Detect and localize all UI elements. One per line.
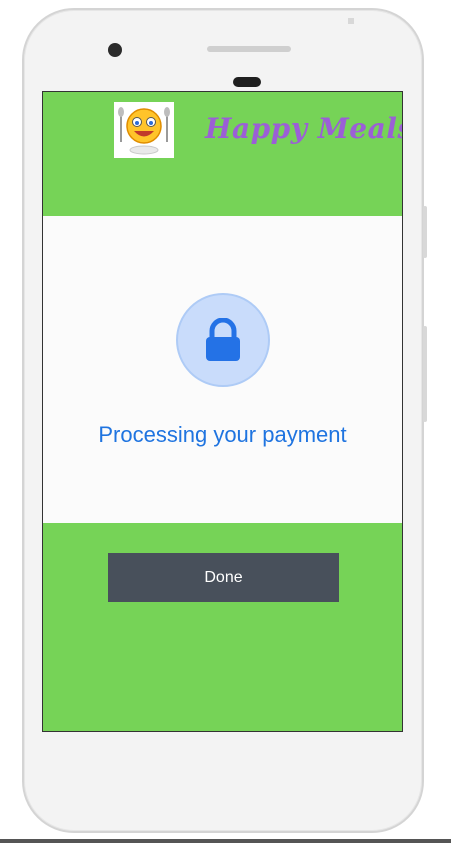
front-camera-icon [108,43,122,57]
brand-title: Happy Meals [205,112,403,145]
power-button [423,326,427,422]
smiley-chef-logo-icon [114,102,174,158]
earpiece-speaker [207,46,291,52]
payment-status-text: Processing your payment [98,422,347,447]
bottom-divider [0,839,451,843]
proximity-sensor [233,77,261,87]
volume-button [423,206,427,258]
app-screen: Happy Meals Processing your payment Done [42,91,403,732]
lock-icon [176,293,270,387]
phone-top-nub [348,18,354,24]
payment-status-card: Processing your payment [43,216,402,523]
done-button[interactable]: Done [108,553,339,602]
